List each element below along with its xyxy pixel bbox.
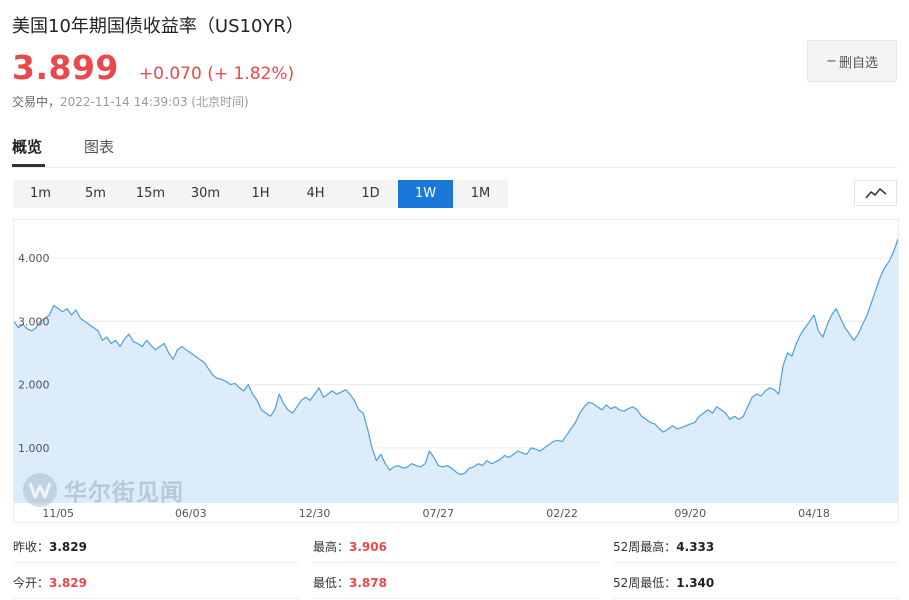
status-label: 交易中， — [12, 95, 61, 109]
period-1mo[interactable]: 1M — [453, 180, 508, 208]
stat-value: 3.829 — [49, 540, 87, 554]
period-selector: 1m 5m 15m 30m 1H 4H 1D 1W 1M — [13, 180, 508, 208]
tab-overview[interactable]: 概览 — [12, 136, 42, 157]
series-area — [14, 239, 898, 503]
x-tick-label: 06/03 — [175, 507, 207, 520]
stat-label: 最低： — [313, 576, 350, 590]
stat-value: 4.333 — [676, 540, 715, 554]
stat-low: 最低：3.878 — [313, 566, 599, 599]
stat-value: 3.878 — [349, 576, 387, 590]
x-tick-label: 11/05 — [42, 507, 74, 520]
last-price: 3.899 — [12, 48, 119, 87]
stat-value: 1.340 — [676, 576, 715, 590]
stat-52wk-high: 52周最高：4.333 — [613, 530, 899, 563]
stat-value: 3.829 — [49, 576, 87, 590]
timestamp: 2022-11-14 14:39:03 — [60, 95, 188, 109]
line-chart-icon — [864, 187, 886, 199]
stat-prev-close: 昨收：3.829 — [13, 530, 299, 563]
y-tick-label: 1.000 — [18, 442, 50, 455]
page-title: 美国10年期国债收益率（US10YR） — [12, 16, 304, 37]
tab-chart[interactable]: 图表 — [84, 136, 114, 157]
stat-label: 今开： — [13, 576, 50, 590]
chart-type-button[interactable] — [854, 180, 897, 206]
period-30m[interactable]: 30m — [178, 180, 233, 208]
period-1d[interactable]: 1D — [343, 180, 398, 208]
x-tick-label: 02/22 — [546, 507, 578, 520]
x-tick-label: 12/30 — [299, 507, 331, 520]
remove-watchlist-button[interactable]: − 删自选 — [807, 40, 897, 82]
stat-value: 3.906 — [349, 540, 387, 554]
stat-label: 最高： — [313, 540, 350, 554]
price-chart[interactable]: 1.000 2.000 3.000 4.000 11/05 06/03 12/30 07/27… — [13, 219, 899, 523]
timezone-label: (北京时间) — [191, 95, 249, 109]
price-change: +0.070 (+ 1.82%) — [138, 64, 295, 84]
watermark: 华尔街见闻 — [23, 473, 184, 507]
stat-label: 昨收： — [13, 540, 50, 554]
stat-label: 52周最低： — [613, 576, 677, 590]
price-row: 3.899 +0.070 (+ 1.82%) — [12, 48, 294, 87]
stat-52wk-low: 52周最低：1.340 — [613, 566, 899, 599]
remove-watchlist-label: 删自选 — [838, 55, 878, 71]
period-15m[interactable]: 15m — [123, 180, 178, 208]
period-1m[interactable]: 1m — [13, 180, 68, 208]
x-tick-label: 04/18 — [798, 507, 830, 520]
watermark-logo-icon — [23, 473, 57, 507]
x-tick-label: 09/20 — [674, 507, 706, 520]
stat-label: 52周最高： — [613, 540, 677, 554]
period-4h[interactable]: 4H — [288, 180, 343, 208]
minus-icon: − — [826, 53, 837, 69]
period-5m[interactable]: 5m — [68, 180, 123, 208]
watermark-text: 华尔街见闻 — [64, 479, 184, 506]
period-1h[interactable]: 1H — [233, 180, 288, 208]
stat-high: 最高：3.906 — [313, 530, 599, 563]
period-1w[interactable]: 1W — [398, 180, 453, 208]
x-tick-label: 07/27 — [422, 507, 454, 520]
trading-status: 交易中，2022-11-14 14:39:03 (北京时间) — [12, 93, 249, 110]
tab-bar: 概览 图表 — [12, 126, 897, 168]
stat-open: 今开：3.829 — [13, 566, 299, 599]
active-tab-indicator — [12, 164, 45, 167]
y-tick-label: 4.000 — [18, 252, 50, 265]
y-tick-label: 3.000 — [18, 315, 50, 328]
stats-row: 昨收：3.829 最高：3.906 52周最高：4.333 — [13, 530, 899, 564]
y-tick-label: 2.000 — [18, 379, 50, 392]
